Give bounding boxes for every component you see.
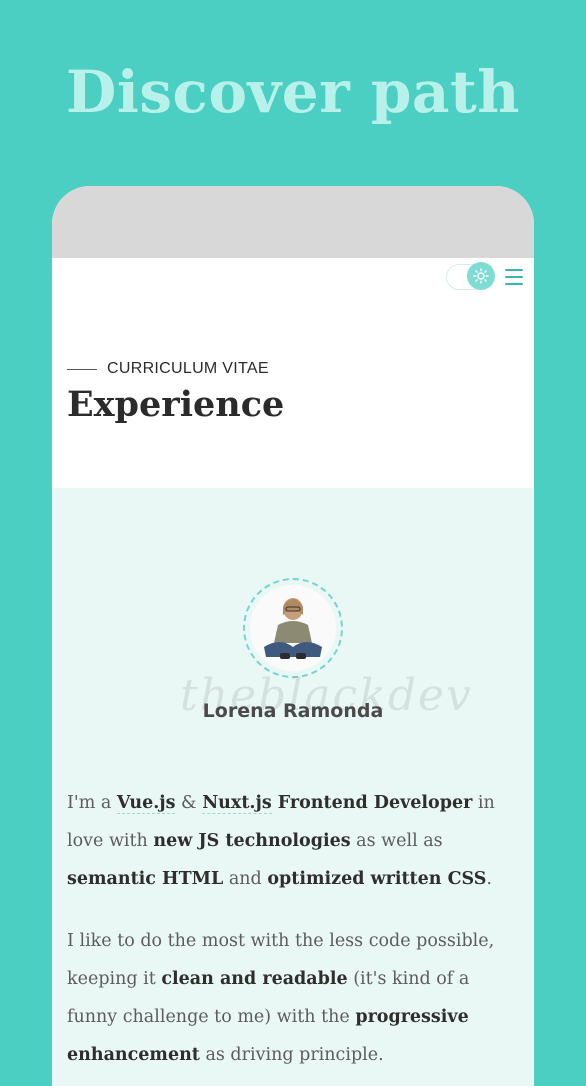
bio-text-segment: as driving principle. bbox=[199, 1045, 384, 1065]
theme-toggle[interactable] bbox=[446, 262, 495, 290]
avatar-frame bbox=[243, 578, 343, 678]
eyebrow-divider bbox=[67, 368, 97, 370]
bio-emphasis: Frontend Developer bbox=[271, 793, 473, 813]
bio-text-segment: . bbox=[486, 869, 492, 889]
hero-title: Discover path bbox=[66, 58, 520, 126]
bio-emphasis: new JS technologies bbox=[153, 831, 351, 851]
page-title: Experience bbox=[67, 384, 285, 425]
about-section: theblackdev Lorena Ramonda I'm a Vue.js … bbox=[52, 488, 534, 1086]
bio-emphasis: optimized written CSS bbox=[267, 869, 487, 889]
bio-text-segment: as well as bbox=[350, 831, 443, 851]
sun-icon bbox=[467, 262, 495, 290]
bio-text-segment: I'm a bbox=[67, 793, 117, 813]
top-bar bbox=[52, 258, 534, 300]
author-name: Lorena Ramonda bbox=[202, 700, 384, 722]
phone-status-area bbox=[52, 186, 534, 258]
hamburger-icon[interactable] bbox=[505, 269, 523, 285]
bio-text-segment: and bbox=[223, 869, 268, 889]
nuxtjs-link[interactable]: Nuxt.js bbox=[202, 793, 272, 814]
bio-emphasis: semantic HTML bbox=[67, 869, 224, 889]
section-eyebrow: CURRICULUM VITAE bbox=[67, 360, 269, 378]
vuejs-link[interactable]: Vue.js bbox=[116, 793, 176, 814]
bio-text-segment: & bbox=[175, 793, 203, 813]
eyebrow-text: CURRICULUM VITAE bbox=[107, 360, 269, 377]
page-header: CURRICULUM VITAE Experience bbox=[52, 300, 534, 488]
bio-paragraph: I'm a Vue.js & Nuxt.js Frontend Develope… bbox=[67, 784, 519, 898]
phone-mockup: CURRICULUM VITAE Experience theblackdev … bbox=[52, 186, 534, 1086]
avatar bbox=[250, 585, 336, 671]
bio-emphasis: clean and readable bbox=[161, 969, 348, 989]
bio-paragraph: I like to do the most with the less code… bbox=[67, 922, 519, 1074]
